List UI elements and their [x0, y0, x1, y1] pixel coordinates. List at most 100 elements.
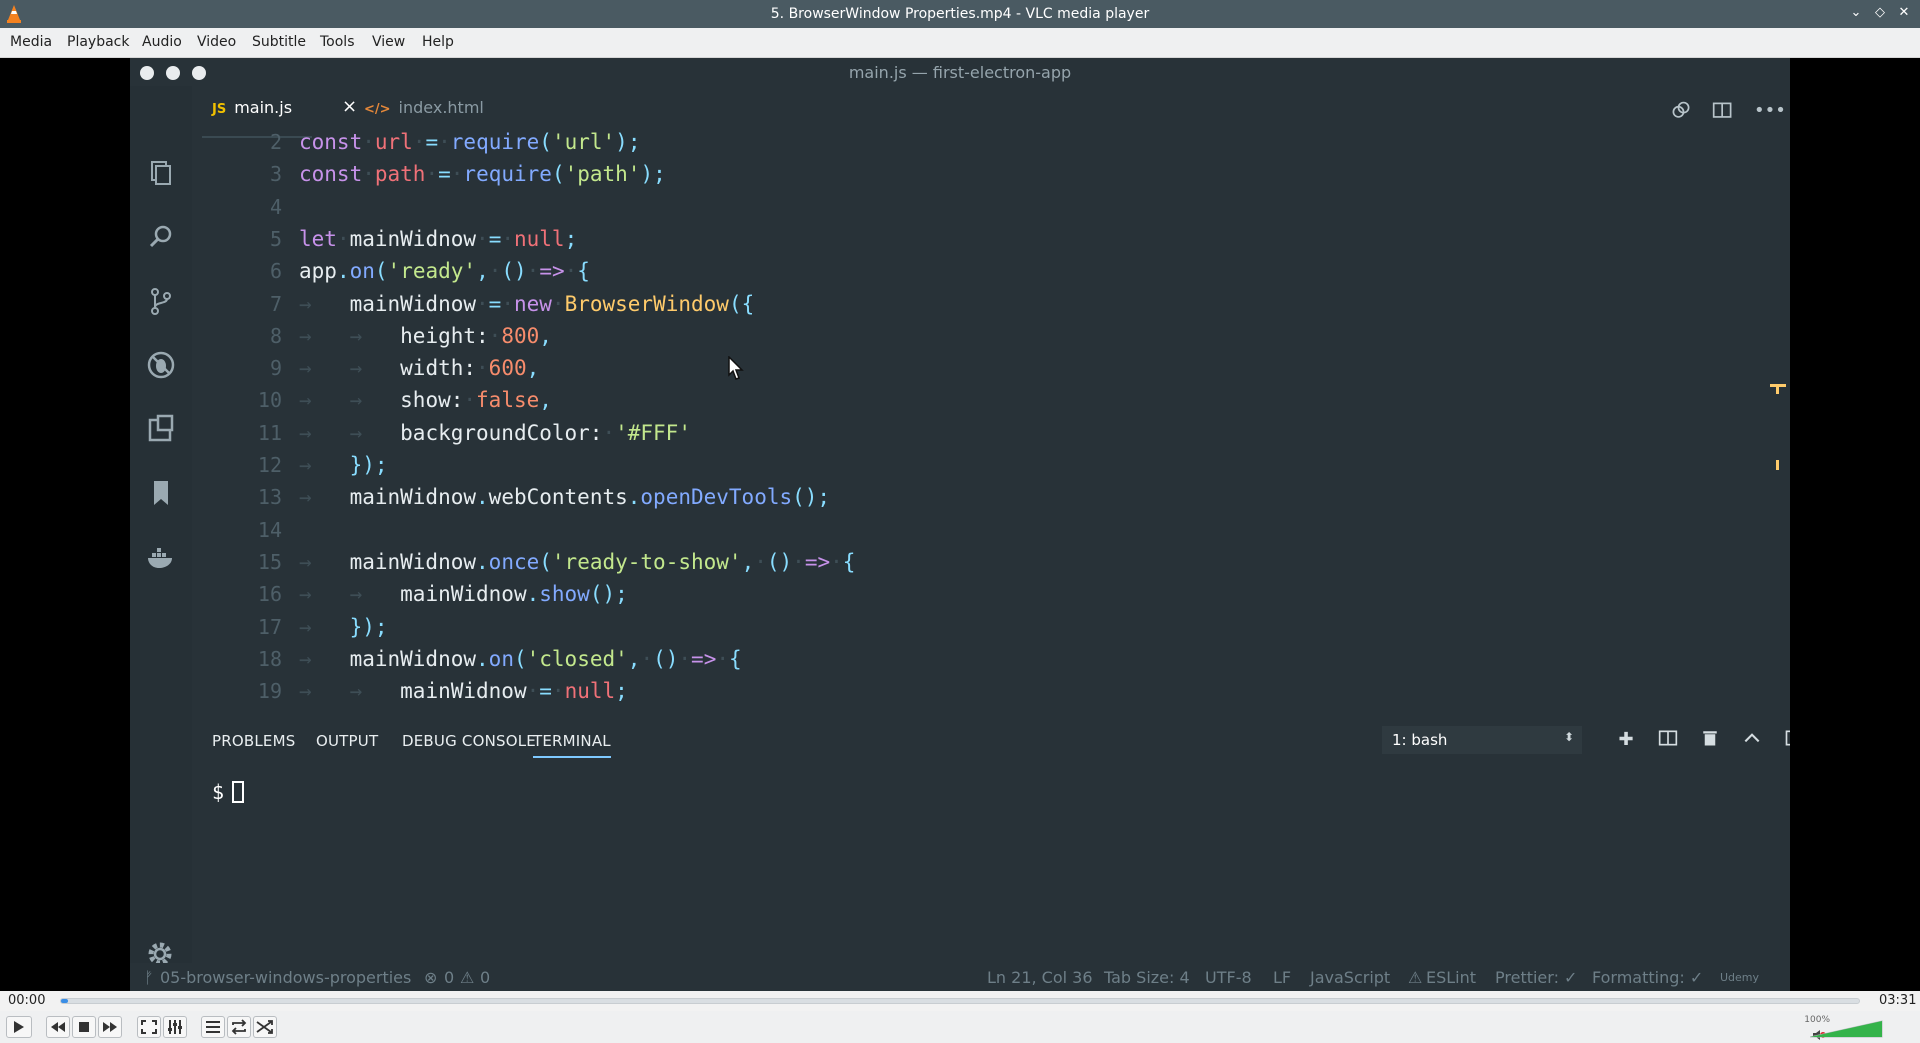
line-number: 17	[257, 614, 282, 639]
minimize-icon[interactable]: ⌄	[1847, 4, 1865, 22]
branch-icon: ᚠ	[144, 968, 154, 987]
line-number: 14	[257, 517, 282, 542]
seek-slider[interactable]	[60, 998, 1860, 1004]
playlist-button[interactable]	[201, 1016, 225, 1038]
mouse-pointer-icon	[728, 356, 744, 380]
line-number: 15	[257, 549, 282, 574]
stop-button[interactable]	[72, 1016, 96, 1038]
docker-icon	[146, 542, 176, 572]
tab-debug-console: DEBUG CONSOLE	[402, 732, 536, 750]
menu-tools[interactable]: Tools	[320, 34, 355, 50]
menu-subtitle[interactable]: Subtitle	[252, 34, 306, 50]
vscode-window: main.js — first-electron-app JS main.js …	[130, 58, 1790, 991]
volume-percent: 100%	[1804, 1015, 1830, 1025]
open-changes-icon	[1670, 100, 1696, 126]
vlc-titlebar: 5. BrowserWindow Properties.mp4 - VLC me…	[0, 0, 1920, 28]
shuffle-button[interactable]	[253, 1016, 277, 1038]
line-number: 2	[269, 130, 282, 154]
menu-audio[interactable]: Audio	[142, 34, 182, 50]
new-terminal-icon: ✚	[1618, 729, 1634, 750]
split-terminal-icon	[1656, 728, 1680, 752]
line-number: 18	[257, 646, 282, 671]
code-text: → mainWidnow.once('ready-to-show',·()·=>…	[299, 549, 856, 574]
seek-progress	[61, 999, 69, 1003]
tab-size: Tab Size: 4	[1104, 968, 1190, 987]
warning-count: 0	[480, 968, 491, 987]
close-window-icon[interactable]: ✕	[1895, 4, 1913, 22]
activity-bar	[130, 86, 192, 991]
code-text: → → backgroundColor:·'#FFF'	[299, 420, 691, 445]
prettier-status: Prettier: ✓	[1495, 968, 1578, 987]
tab-main-js: JS main.js ×	[201, 96, 357, 138]
line-number: 8	[269, 323, 282, 348]
extensions-icon	[146, 414, 176, 444]
previous-button[interactable]	[46, 1016, 70, 1038]
debug-icon	[146, 350, 176, 380]
terminal-prompt: $	[212, 780, 245, 804]
cursor-position: Ln 21, Col 36	[987, 968, 1093, 987]
select-arrows-icon: ⬍	[1563, 730, 1574, 744]
menu-playback[interactable]: Playback	[67, 34, 129, 50]
formatting-status: Formatting: ✓	[1592, 968, 1704, 987]
code-text: let·mainWidnow·=·null;	[299, 226, 578, 251]
code-text: const·path·=·require('path');	[299, 162, 666, 187]
terminal-select: 1: bash ⬍	[1382, 726, 1582, 754]
code-text: → mainWidnow.webContents.openDevTools();	[299, 485, 831, 510]
line-number: 3	[269, 162, 282, 187]
extended-settings-button[interactable]	[163, 1016, 187, 1038]
split-editor-icon	[1712, 100, 1738, 126]
bookmark-icon	[146, 478, 176, 508]
tab-label: index.html	[398, 98, 484, 117]
maximize-icon[interactable]: ◇	[1871, 4, 1889, 22]
code-text: → });	[299, 614, 388, 639]
line-number: 5	[269, 226, 282, 251]
menu-media[interactable]: Media	[10, 34, 52, 50]
menu-help[interactable]: Help	[422, 34, 454, 50]
line-number: 10	[257, 388, 282, 413]
search-icon	[146, 222, 176, 252]
code-text: → → height:·800,	[299, 323, 552, 348]
trash-icon	[1698, 728, 1722, 752]
line-ending: LF	[1273, 968, 1292, 987]
terminal-select-value: 1: bash	[1392, 731, 1448, 749]
loop-button[interactable]	[227, 1016, 251, 1038]
menu-video[interactable]: Video	[197, 34, 236, 50]
line-number: 7	[269, 291, 282, 316]
eslint-status: ESLint	[1426, 968, 1477, 987]
fullscreen-button[interactable]	[137, 1016, 161, 1038]
error-icon: ⊗	[424, 968, 438, 987]
time-total: 03:31	[1879, 993, 1917, 1008]
time-elapsed: 00:00	[8, 993, 46, 1008]
line-number: 11	[257, 420, 282, 445]
code-text: → mainWidnow.on('closed',·()·=>·{	[299, 646, 742, 671]
error-count: 0	[444, 968, 455, 987]
line-number: 13	[257, 485, 282, 510]
code-text: → → mainWidnow.show();	[299, 582, 628, 607]
play-button[interactable]	[6, 1016, 32, 1038]
close-tab-icon: ×	[342, 96, 358, 117]
code-text: const·url·=·require('url');	[299, 130, 641, 154]
menu-view[interactable]: View	[372, 34, 405, 50]
code-editor: 2 const·url·=·require('url'); 3 const·path·…	[192, 128, 1752, 718]
line-number: 4	[269, 194, 282, 219]
vlc-controls: 100%	[0, 1011, 1920, 1043]
js-file-icon: JS	[212, 102, 227, 117]
tab-terminal: TERMINAL	[533, 732, 611, 758]
prompt-symbol: $	[212, 780, 225, 804]
vlc-seekbar-area: 00:00 03:31	[0, 991, 1920, 1011]
source-control-icon	[146, 286, 176, 316]
code-text: → });	[299, 453, 388, 477]
line-number: 19	[257, 679, 282, 704]
warning-icon: ⚠	[460, 968, 475, 987]
vscode-title: main.js — first-electron-app	[848, 63, 1072, 82]
overview-ruler-mark	[1776, 384, 1779, 394]
code-text: → → mainWidnow·=·null;	[299, 679, 628, 704]
git-branch: 05-browser-windows-properties	[160, 968, 412, 987]
overview-ruler-mark	[1776, 460, 1779, 470]
udemy-watermark: Udemy	[1720, 971, 1760, 984]
line-number: 6	[269, 259, 282, 284]
terminal-panel: PROBLEMS OUTPUT DEBUG CONSOLE TERMINAL 1…	[192, 720, 1790, 920]
vlc-menubar: Media Playback Audio Video Subtitle Tool…	[0, 28, 1920, 58]
volume-slider[interactable]: 100%	[1804, 1015, 1900, 1039]
next-button[interactable]	[98, 1016, 122, 1038]
